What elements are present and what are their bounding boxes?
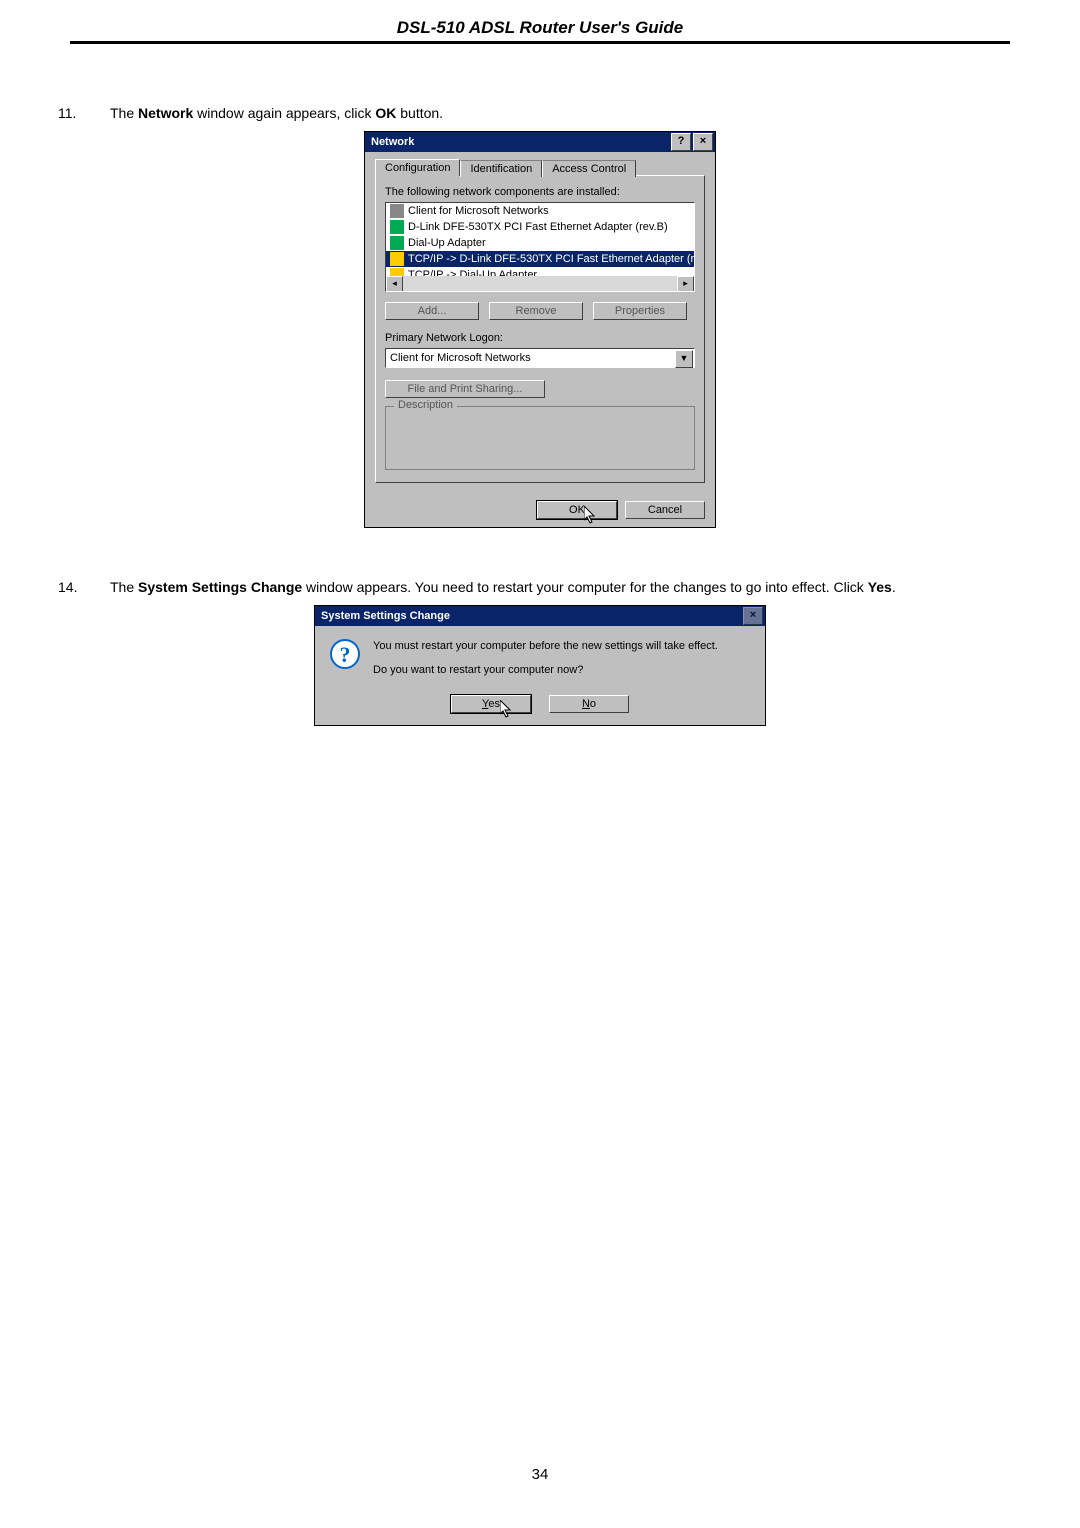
primary-logon-label: Primary Network Logon: <box>385 332 695 344</box>
titlebar[interactable]: System Settings Change × <box>315 606 765 626</box>
protocol-icon <box>390 252 404 266</box>
close-button[interactable]: × <box>743 607 763 625</box>
cancel-button[interactable]: Cancel <box>625 501 705 519</box>
scroll-left-icon[interactable]: ◂ <box>386 276 403 292</box>
system-settings-change-dialog: System Settings Change × ? You must rest… <box>314 605 766 726</box>
network-dialog: Network ? × Configuration Identification… <box>364 131 716 528</box>
no-button[interactable]: No <box>549 695 629 713</box>
page-number: 34 <box>70 1466 1010 1483</box>
client-icon <box>390 204 404 218</box>
adapter-icon <box>390 220 404 234</box>
yes-button[interactable]: Yes <box>451 695 531 713</box>
list-item[interactable]: Dial-Up Adapter <box>386 235 694 251</box>
h-scrollbar[interactable]: ◂ ▸ <box>386 276 694 291</box>
dialog-title: System Settings Change <box>321 606 741 626</box>
list-item[interactable]: D-Link DFE-530TX PCI Fast Ethernet Adapt… <box>386 219 694 235</box>
file-print-sharing-button[interactable]: File and Print Sharing... <box>385 380 545 398</box>
close-button[interactable]: × <box>693 133 713 151</box>
dialog-title: Network <box>371 132 669 152</box>
message-text: You must restart your computer before th… <box>373 638 718 679</box>
description-group: Description <box>385 406 695 470</box>
cursor-icon <box>500 700 514 718</box>
remove-button[interactable]: Remove <box>489 302 583 320</box>
adapter-icon <box>390 236 404 250</box>
step-14: 14.The System Settings Change window app… <box>70 578 1010 597</box>
question-icon: ? <box>329 638 361 670</box>
list-item-selected[interactable]: TCP/IP -> D-Link DFE-530TX PCI Fast Ethe… <box>386 251 694 267</box>
svg-text:?: ? <box>340 642 351 667</box>
properties-button[interactable]: Properties <box>593 302 687 320</box>
ok-button[interactable]: OK <box>537 501 617 519</box>
tab-configuration[interactable]: Configuration <box>375 159 460 176</box>
installed-label: The following network components are ins… <box>385 186 695 198</box>
step-11: 11.The Network window again appears, cli… <box>70 104 1010 123</box>
primary-logon-combobox[interactable]: Client for Microsoft Networks ▼ <box>385 348 695 368</box>
cursor-icon <box>584 506 598 524</box>
list-item[interactable]: Client for Microsoft Networks <box>386 203 694 219</box>
chevron-down-icon[interactable]: ▼ <box>675 350 693 368</box>
titlebar[interactable]: Network ? × <box>365 132 715 152</box>
components-listbox[interactable]: Client for Microsoft Networks D-Link DFE… <box>385 202 695 292</box>
scroll-right-icon[interactable]: ▸ <box>677 276 694 292</box>
tab-identification[interactable]: Identification <box>460 160 542 177</box>
help-button[interactable]: ? <box>671 133 691 151</box>
add-button[interactable]: Add... <box>385 302 479 320</box>
tab-access-control[interactable]: Access Control <box>542 160 636 177</box>
page-title: DSL-510 ADSL Router User's Guide <box>70 18 1010 44</box>
